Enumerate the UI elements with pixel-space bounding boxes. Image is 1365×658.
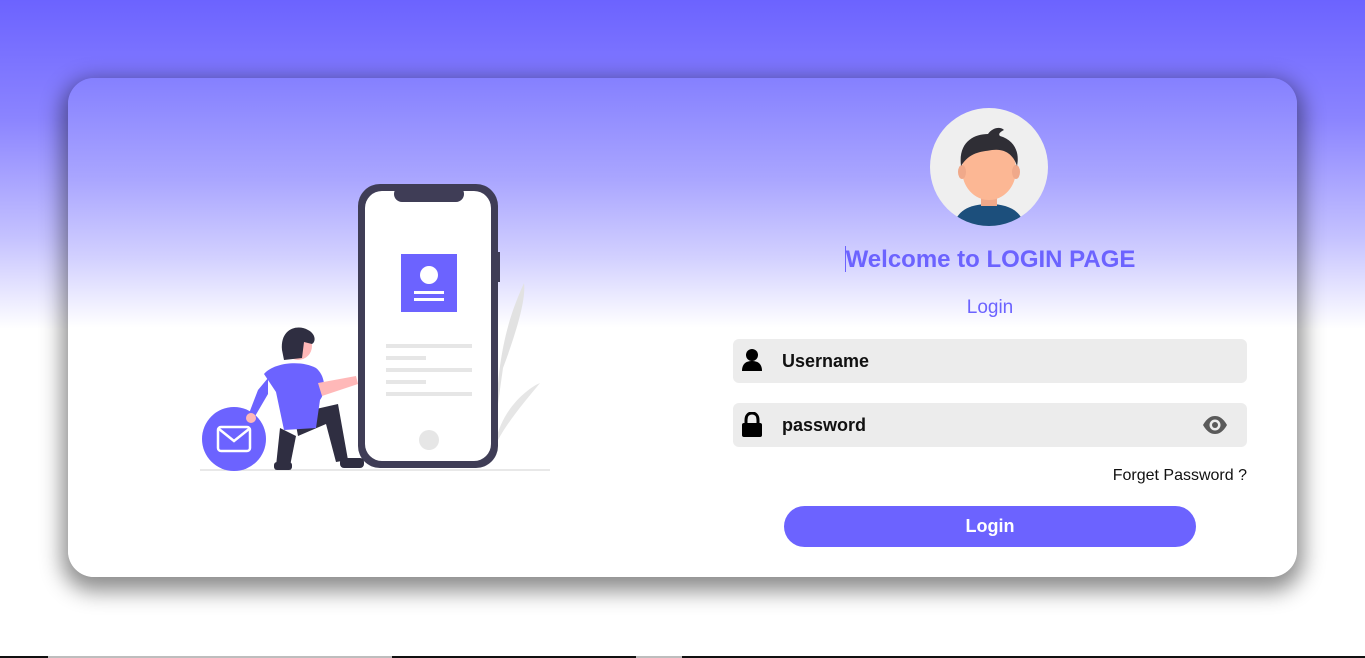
username-field[interactable]: Username	[733, 339, 1247, 383]
password-value: password	[782, 415, 867, 435]
login-button[interactable]: Login	[784, 506, 1196, 547]
page-title: Welcome to LOGIN PAGE	[732, 246, 1248, 274]
login-card: Welcome to LOGIN PAGE Login Username pas…	[68, 78, 1297, 577]
user-avatar	[930, 108, 1048, 226]
eye-icon[interactable]	[1201, 414, 1229, 436]
lock-icon	[741, 411, 763, 438]
username-value: Username	[782, 351, 870, 371]
form-subtitle: Login	[966, 297, 1014, 318]
password-field[interactable]: password	[733, 403, 1247, 447]
welcome-title-text: Welcome to LOGIN PAGE	[845, 246, 1136, 273]
forgot-password-link[interactable]: Forget Password ?	[1113, 467, 1247, 485]
phone-login-illustration	[198, 178, 558, 478]
user-icon	[741, 348, 763, 374]
login-form: Welcome to LOGIN PAGE Login Username pas…	[732, 78, 1248, 577]
